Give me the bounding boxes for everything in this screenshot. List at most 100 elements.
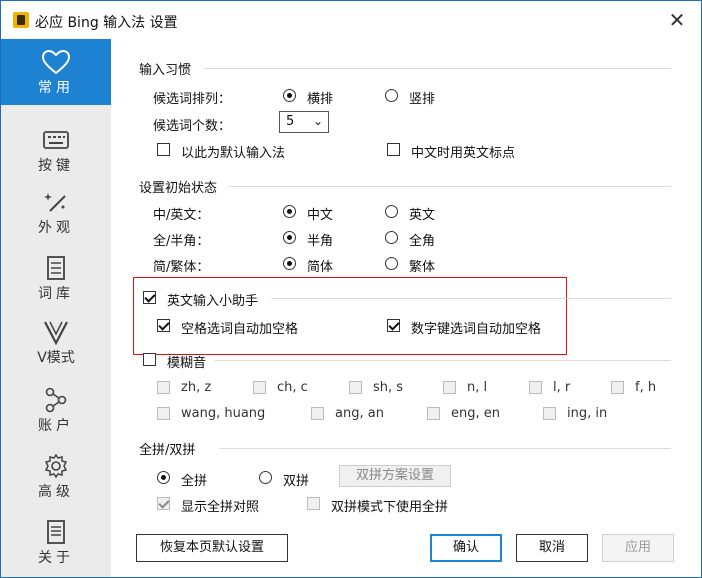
fuzzy-option-checkbox[interactable] <box>349 381 362 394</box>
en-radio[interactable] <box>385 205 398 218</box>
section-divider <box>219 448 671 449</box>
fuzzy-option-label[interactable]: ch, c <box>277 380 308 395</box>
english-helper-label[interactable]: 英文输入小助手 <box>167 290 258 309</box>
traditional-radio[interactable] <box>385 257 398 270</box>
settings-window: 必应 Bing 输入法 设置 ✕ 常用 按键 外观 词库 V模式 账户 高级 关… <box>0 0 702 578</box>
document-icon <box>47 520 65 544</box>
show-full-checkbox[interactable] <box>157 497 170 510</box>
fuzzy-option-checkbox[interactable] <box>157 407 170 420</box>
app-logo-icon <box>13 12 29 28</box>
sidebar-item-label: 账户 <box>38 418 74 434</box>
fuzzy-option-checkbox[interactable] <box>543 407 556 420</box>
sidebar-item-common[interactable]: 常用 <box>1 39 111 105</box>
space-auto-checkbox[interactable] <box>157 319 170 332</box>
fuzzy-option-label[interactable]: eng, en <box>451 406 500 421</box>
fuzzy-option-checkbox[interactable] <box>611 381 624 394</box>
default-ime-checkbox[interactable] <box>157 143 170 156</box>
fuzzy-option-checkbox[interactable] <box>253 381 266 394</box>
full-pinyin-radio[interactable] <box>157 471 170 484</box>
sidebar-item-label: 高级 <box>38 484 74 500</box>
chevron-down-icon: ⌄ <box>312 114 323 128</box>
fuzzy-option-label[interactable]: n, l <box>467 380 487 395</box>
share-nodes-icon <box>45 387 67 413</box>
default-ime-label[interactable]: 以此为默认输入法 <box>181 142 285 161</box>
candidate-count-value: 5 <box>286 114 295 129</box>
digit-auto-label[interactable]: 数字键选词自动加空格 <box>411 318 541 337</box>
sidebar-item-label: 关于 <box>38 550 74 566</box>
double-use-full-label[interactable]: 双拼模式下使用全拼 <box>331 496 448 515</box>
sidebar-item-keys[interactable]: 按键 <box>1 117 111 183</box>
sidebar-item-vmode[interactable]: V模式 <box>1 309 111 375</box>
cancel-button[interactable]: 取消 <box>516 534 588 562</box>
full-width-label[interactable]: 全角 <box>409 230 435 249</box>
layout-horizontal-radio[interactable] <box>283 89 296 102</box>
fuzzy-option-checkbox[interactable] <box>529 381 542 394</box>
candidate-count-label: 候选词个数： <box>153 119 232 134</box>
half-width-label[interactable]: 半角 <box>307 230 333 249</box>
fuzzy-option-label[interactable]: l, r <box>553 380 570 395</box>
sidebar-item-appearance[interactable]: 外观 <box>1 179 111 245</box>
cn-label[interactable]: 中文 <box>307 204 333 223</box>
fuzzy-option-checkbox[interactable] <box>311 407 324 420</box>
fuzzy-checkbox[interactable] <box>143 353 156 366</box>
fuzzy-option-label[interactable]: f, h <box>635 380 656 395</box>
sidebar-item-about[interactable]: 关于 <box>1 509 111 575</box>
section-title-pinyin: 全拼/双拼 <box>139 443 196 458</box>
title-bar[interactable]: 必应 Bing 输入法 设置 ✕ <box>1 1 701 39</box>
close-button[interactable]: ✕ <box>667 10 687 30</box>
sidebar-item-label: V模式 <box>37 350 75 366</box>
section-title-initial: 设置初始状态 <box>139 181 218 196</box>
fuzzy-option-label[interactable]: ang, an <box>335 406 384 421</box>
layout-horizontal-label[interactable]: 横排 <box>307 88 333 107</box>
heart-icon <box>41 49 71 75</box>
space-auto-label[interactable]: 空格选词自动加空格 <box>181 318 298 337</box>
full-width-radio[interactable] <box>385 231 398 244</box>
double-pinyin-label[interactable]: 双拼 <box>283 470 309 489</box>
fuzzy-option-label[interactable]: wang, huang <box>181 406 265 421</box>
half-width-radio[interactable] <box>283 231 296 244</box>
en-label[interactable]: 英文 <box>409 204 435 223</box>
simplified-radio[interactable] <box>283 257 296 270</box>
keyboard-icon <box>43 131 69 149</box>
traditional-label[interactable]: 繁体 <box>409 256 435 275</box>
english-helper-checkbox[interactable] <box>143 291 156 304</box>
sidebar-item-account[interactable]: 账户 <box>1 377 111 443</box>
sidebar-item-label: 词库 <box>38 286 74 302</box>
double-scheme-button[interactable]: 双拼方案设置 <box>339 465 451 487</box>
sidebar-item-dictionary[interactable]: 词库 <box>1 245 111 311</box>
fuzzy-option-label[interactable]: ing, in <box>567 406 607 421</box>
digit-auto-checkbox[interactable] <box>387 319 400 332</box>
fuzzy-option-label[interactable]: zh, z <box>181 380 211 395</box>
ok-button[interactable]: 确认 <box>430 534 502 562</box>
sidebar: 常用 按键 外观 词库 V模式 账户 高级 关于 <box>1 39 111 577</box>
magic-wand-icon <box>44 193 66 212</box>
sidebar-item-label: 外观 <box>38 220 74 236</box>
cn-radio[interactable] <box>283 205 296 218</box>
apply-button[interactable]: 应用 <box>602 534 674 562</box>
layout-vertical-label[interactable]: 竖排 <box>409 88 435 107</box>
double-pinyin-radio[interactable] <box>259 471 272 484</box>
double-use-full-checkbox[interactable] <box>307 497 320 510</box>
script-label: 简/繁体： <box>153 260 210 275</box>
en-punct-label[interactable]: 中文时用英文标点 <box>411 142 515 161</box>
fuzzy-label[interactable]: 模糊音 <box>167 352 206 371</box>
show-full-label[interactable]: 显示全拼对照 <box>181 496 259 515</box>
section-divider <box>271 298 671 299</box>
sidebar-item-advanced[interactable]: 高级 <box>1 443 111 509</box>
sidebar-item-label: 常用 <box>38 80 74 96</box>
fuzzy-option-checkbox[interactable] <box>157 381 170 394</box>
fuzzy-option-checkbox[interactable] <box>443 381 456 394</box>
gear-icon <box>44 453 68 479</box>
section-title-habits: 输入习惯 <box>139 63 192 78</box>
candidate-count-select[interactable]: 5 ⌄ <box>279 111 329 133</box>
width-label: 全/半角： <box>153 234 210 249</box>
fuzzy-option-label[interactable]: sh, s <box>373 380 403 395</box>
en-punct-checkbox[interactable] <box>387 143 400 156</box>
layout-vertical-radio[interactable] <box>385 89 398 102</box>
v-icon <box>44 321 68 345</box>
restore-defaults-button[interactable]: 恢复本页默认设置 <box>136 534 288 562</box>
section-divider <box>203 68 671 69</box>
fuzzy-option-checkbox[interactable] <box>427 407 440 420</box>
full-pinyin-label[interactable]: 全拼 <box>181 470 207 489</box>
simplified-label[interactable]: 简体 <box>307 256 333 275</box>
